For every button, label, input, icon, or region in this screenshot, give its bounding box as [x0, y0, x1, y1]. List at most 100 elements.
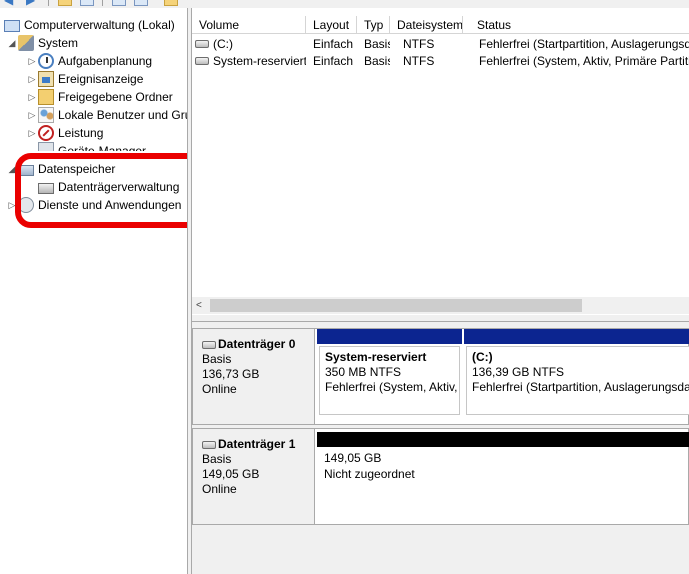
pane-divider[interactable] — [192, 315, 689, 322]
expand-arrow-icon[interactable]: ▷ — [26, 124, 38, 142]
toolbar-separator — [102, 0, 103, 6]
tree-item-aufgabenplanung[interactable]: ▷ Aufgabenplanung — [26, 52, 152, 70]
tree-item-label: Leistung — [58, 126, 104, 140]
volume-name: System-reserviert — [213, 54, 306, 68]
disk-type: Basis — [202, 352, 232, 366]
partition-name: System-reserviert — [325, 350, 427, 364]
column-header-volume[interactable]: Volume — [192, 16, 306, 34]
collapse-arrow-icon[interactable]: ◢ — [6, 160, 18, 178]
drive-icon — [195, 39, 209, 48]
cell-layout: Einfach — [313, 54, 354, 68]
table-row[interactable]: System-reserviert Einfach Basis NTFS Feh… — [192, 53, 689, 70]
disk-name-text: Datenträger 0 — [218, 337, 296, 351]
tree-item-label: Computerverwaltung (Lokal) — [24, 18, 175, 32]
scrollbar-thumb[interactable] — [210, 299, 582, 312]
partition-bar — [464, 329, 689, 344]
disk-name: Datenträger 1 — [202, 437, 314, 452]
partition-size: 350 MB NTFS — [325, 365, 402, 379]
tree-item-datenspeicher[interactable]: ◢ Datenspeicher — [6, 160, 116, 178]
disk-type: Basis — [202, 452, 232, 466]
tree-item-label: Geräte-Manager — [58, 144, 147, 151]
cell-volume: System-reserviert — [195, 53, 306, 70]
expand-arrow-icon[interactable]: ▷ — [26, 106, 38, 124]
disk-0-label[interactable]: Datenträger 0 Basis 136,73 GB Online — [192, 328, 315, 425]
disk-size: 136,73 GB — [202, 367, 260, 381]
toolbar: ◀ ▶ — [0, 0, 689, 8]
tree-item-label: Freigegebene Ordner — [58, 90, 173, 104]
horizontal-scrollbar[interactable]: < — [192, 297, 689, 314]
tree-item-label: Dienste und Anwendungen — [38, 198, 182, 212]
show-hide-tree-icon[interactable] — [80, 0, 94, 6]
toolbar-separator — [48, 0, 49, 6]
event-viewer-icon — [38, 71, 54, 87]
help-icon[interactable] — [134, 0, 148, 6]
tree-item-computerverwaltung[interactable]: Computerverwaltung (Lokal) — [4, 16, 175, 34]
cell-type: Basis — [364, 54, 390, 68]
tree-item-dienste-und-anwendungen[interactable]: ▷ Dienste und Anwendungen — [6, 196, 181, 214]
partition-size: 136,39 GB NTFS — [472, 365, 565, 379]
unallocated-status: Nicht zugeordnet — [324, 467, 415, 481]
disk-state: Online — [202, 482, 237, 496]
tree-item-lokale-benutzer[interactable]: ▷ Lokale Benutzer und Gru — [26, 106, 187, 124]
computer-management-icon — [4, 19, 20, 32]
disk-0-partitions: System-reserviert 350 MB NTFS Fehlerfrei… — [315, 328, 689, 425]
cell-filesystem: NTFS — [403, 37, 435, 51]
folder-up-icon[interactable] — [58, 0, 72, 6]
partition-bar — [317, 329, 462, 344]
tree-item-label: Aufgabenplanung — [58, 54, 153, 68]
volume-list: Volume Layout Typ Dateisystem Status (C:… — [192, 8, 689, 315]
disk-icon — [38, 182, 54, 194]
partition-system-reserved[interactable]: System-reserviert 350 MB NTFS Fehlerfrei… — [317, 329, 462, 424]
expand-arrow-icon[interactable]: ▷ — [26, 88, 38, 106]
unallocated-bar — [317, 432, 689, 447]
tree-item-geraete-manager[interactable]: Geräte-Manager — [26, 142, 146, 151]
expand-arrow-icon[interactable]: ▷ — [6, 196, 18, 214]
export-icon[interactable] — [164, 0, 178, 6]
unallocated-details: 149,05 GB Nicht zugeordnet — [324, 450, 415, 482]
cell-status: Fehlerfrei (System, Aktiv, Primäre Parti… — [479, 54, 689, 68]
tree-item-label: Ereignisanzeige — [58, 72, 144, 86]
partition-c[interactable]: (C:) 136,39 GB NTFS Fehlerfrei (Startpar… — [464, 329, 689, 424]
disk-name-text: Datenträger 1 — [218, 437, 296, 451]
tree-item-freigegebene-ordner[interactable]: ▷ Freigegebene Ordner — [26, 88, 173, 106]
collapse-arrow-icon[interactable]: ◢ — [6, 34, 18, 52]
tree-item-leistung[interactable]: ▷ Leistung — [26, 124, 103, 142]
disk-drive-icon — [202, 440, 216, 449]
properties-icon[interactable] — [112, 0, 126, 6]
column-header-typ[interactable]: Typ — [357, 16, 390, 34]
tree-item-ereignisanzeige[interactable]: ▷ Ereignisanzeige — [26, 70, 143, 88]
tree-item-label: Datenspeicher — [38, 162, 116, 176]
partition-status: Fehlerfrei (Startpartition, Auslagerungs… — [472, 380, 689, 394]
disk-size: 149,05 GB — [202, 467, 260, 481]
tree-item-system[interactable]: ◢ System — [6, 34, 78, 52]
column-header-dateisystem[interactable]: Dateisystem — [390, 16, 463, 34]
expand-arrow-icon[interactable]: ▷ — [26, 70, 38, 88]
navigation-tree: Computerverwaltung (Lokal) ◢ System ▷ Au… — [0, 8, 187, 574]
tree-item-datentraegerverwaltung[interactable]: Datenträgerverwaltung — [38, 178, 180, 196]
back-arrow-icon[interactable]: ◀ — [4, 0, 18, 6]
cell-volume: (C:) — [195, 36, 306, 53]
device-manager-icon — [38, 142, 54, 151]
users-icon — [38, 107, 54, 123]
disk-state: Online — [202, 382, 237, 396]
shared-folder-icon — [38, 89, 54, 105]
cell-filesystem: NTFS — [403, 54, 435, 68]
partition-status: Fehlerfrei (System, Aktiv, — [325, 380, 458, 394]
table-row[interactable]: (C:) Einfach Basis NTFS Fehlerfrei (Star… — [192, 36, 689, 53]
cell-type: Basis — [364, 37, 390, 51]
forward-arrow-icon[interactable]: ▶ — [26, 0, 40, 6]
storage-icon — [18, 164, 34, 176]
disk-drive-icon — [202, 340, 216, 349]
tree-item-label: Datenträgerverwaltung — [58, 180, 180, 194]
unallocated-size: 149,05 GB — [324, 451, 382, 465]
cell-layout: Einfach — [313, 37, 354, 51]
performance-icon — [38, 125, 54, 141]
unallocated-space[interactable]: 149,05 GB Nicht zugeordnet — [317, 429, 689, 524]
clock-icon — [38, 53, 54, 69]
column-header-layout[interactable]: Layout — [306, 16, 357, 34]
scroll-left-arrow-icon[interactable]: < — [196, 297, 206, 314]
disk-view: Datenträger 0 Basis 136,73 GB Online Sys… — [192, 322, 689, 574]
column-header-status[interactable]: Status — [470, 16, 689, 34]
disk-1-label[interactable]: Datenträger 1 Basis 149,05 GB Online — [192, 428, 315, 525]
expand-arrow-icon[interactable]: ▷ — [26, 52, 38, 70]
